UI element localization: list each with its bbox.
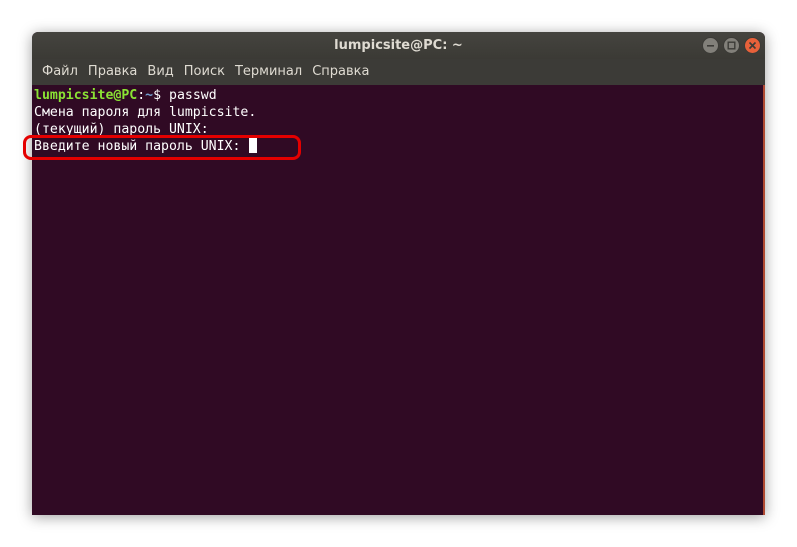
maximize-button[interactable] <box>723 37 740 54</box>
terminal-line-command: lumpicsite@PC:~$ passwd <box>34 87 217 104</box>
prompt-separator: : <box>137 88 146 103</box>
window-right-edge <box>763 85 765 515</box>
window-title: lumpicsite@PC: ~ <box>334 38 463 53</box>
prompt-user: lumpicsite@PC <box>34 88 138 103</box>
menu-search[interactable]: Поиск <box>180 59 229 85</box>
menu-file[interactable]: Файл <box>38 59 82 85</box>
title-bar[interactable]: lumpicsite@PC: ~ <box>32 32 765 59</box>
menu-view[interactable]: Вид <box>143 59 177 85</box>
terminal-window: lumpicsite@PC: ~ Файл Правка Вид Поиск Т… <box>32 32 765 515</box>
menu-help[interactable]: Справка <box>308 59 373 85</box>
command-text: passwd <box>169 88 217 103</box>
close-button[interactable] <box>744 37 761 54</box>
menu-edit[interactable]: Правка <box>84 59 141 85</box>
window-controls <box>702 37 761 54</box>
menu-terminal[interactable]: Терминал <box>231 59 306 85</box>
highlight-annotation <box>23 135 301 160</box>
prompt-path: ~ <box>145 88 154 103</box>
terminal-line-2: Смена пароля для lumpicsite. <box>34 105 257 120</box>
menu-bar: Файл Правка Вид Поиск Терминал Справка <box>32 59 765 85</box>
minimize-icon <box>707 45 714 47</box>
minimize-button[interactable] <box>702 37 719 54</box>
maximize-icon <box>727 41 736 50</box>
prompt-symbol: $ <box>153 88 170 103</box>
close-icon <box>748 41 757 50</box>
